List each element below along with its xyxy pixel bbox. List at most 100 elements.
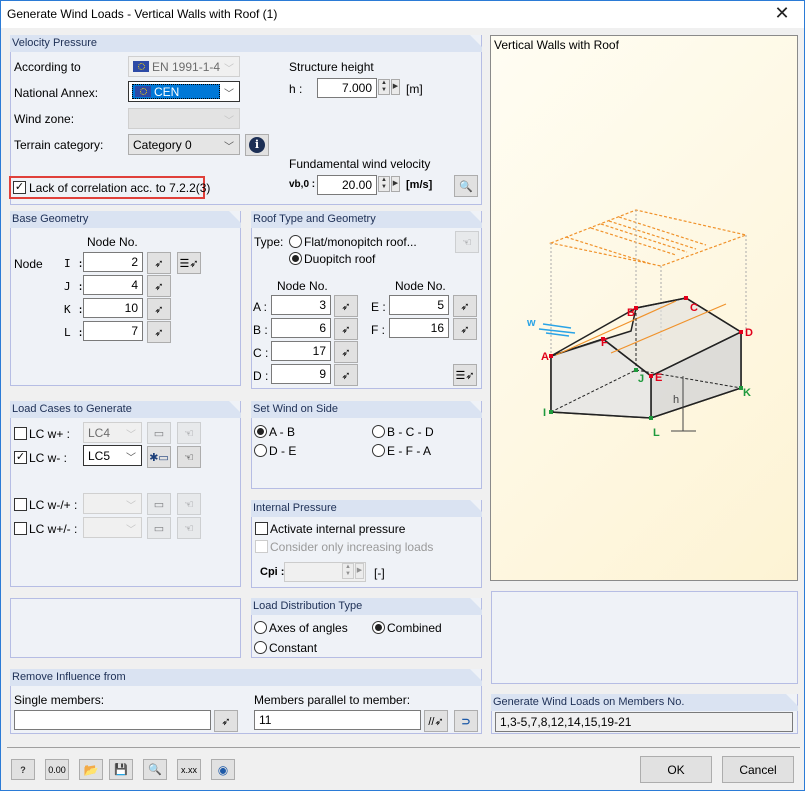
wind-map-button[interactable]: 🔍 <box>454 175 478 197</box>
wind-side-de-radio[interactable] <box>254 444 267 457</box>
pick-node-i-button[interactable]: ➶ <box>147 252 171 274</box>
open-button[interactable]: 📂 <box>79 759 103 780</box>
new-load-case-button[interactable]: ▭ <box>147 493 171 515</box>
wind-side-efa-label: E - F - A <box>387 444 432 458</box>
node-c-input[interactable]: 17 <box>271 341 331 361</box>
wind-zone-select[interactable]: ﹀ <box>128 108 240 129</box>
flat-roof-radio[interactable] <box>289 235 302 248</box>
members-list-field[interactable]: 1,3-5,7,8,12,14,15,19-21 <box>495 712 793 732</box>
pick-node-b-button[interactable]: ➶ <box>334 318 358 340</box>
wind-side-efa-radio[interactable] <box>372 444 385 457</box>
terrain-category-select[interactable]: Category 0 ﹀ <box>128 134 240 155</box>
arrow-right-icon[interactable]: ▶ <box>355 563 364 579</box>
lc-wplusminus-select[interactable]: ﹀ <box>83 517 142 538</box>
new-load-case-button[interactable]: ▭ <box>147 422 171 444</box>
duopitch-roof-radio[interactable] <box>289 252 302 265</box>
national-annex-select[interactable]: CEN ﹀ <box>128 81 240 102</box>
node-j-label: J : <box>64 280 84 293</box>
pick-single-members-button[interactable]: ➶ <box>214 710 238 732</box>
reverse-button[interactable]: ⊃ <box>454 710 478 732</box>
arrow-right-icon[interactable]: ▶ <box>391 176 400 192</box>
units-icon: 0.00 <box>48 764 66 775</box>
pick-cursor-icon: ➶ <box>154 257 164 270</box>
lc-wplusminus-label: LC w+/- : <box>29 522 78 536</box>
node-d-input[interactable]: 9 <box>271 364 331 384</box>
combined-radio[interactable] <box>372 621 385 634</box>
help-button[interactable]: ? <box>11 759 35 780</box>
show-button[interactable]: ◉ <box>211 759 235 780</box>
wind-side-bcd-radio[interactable] <box>372 425 385 438</box>
edit-load-case-button[interactable]: ☜ <box>177 517 201 539</box>
roof-settings-button[interactable]: ☜ <box>455 231 479 253</box>
label-d: D <box>745 327 753 339</box>
wind-velocity-spinner[interactable]: ▲ ▼ ▶ <box>378 176 400 194</box>
lc-wplus-select[interactable]: LC4 ﹀ <box>83 422 142 443</box>
pick-node-j-button[interactable]: ➶ <box>147 275 171 297</box>
settings-hand-icon: ☜ <box>184 451 194 464</box>
node-j-input[interactable]: 4 <box>83 275 143 295</box>
pick-all-roof-nodes-button[interactable]: ☰➶ <box>453 364 477 386</box>
base-geometry-panel: Base Geometry Node No. Node I : 2 ➶ ☰➶ J… <box>10 211 241 386</box>
roof-geometry-panel: Roof Type and Geometry Type: Flat/monopi… <box>251 211 482 389</box>
new-load-case-button[interactable]: ✱▭ <box>147 446 171 468</box>
pick-all-nodes-button[interactable]: ☰➶ <box>177 252 201 274</box>
node-f-input[interactable]: 16 <box>389 318 449 338</box>
edit-load-case-button[interactable]: ☜ <box>177 493 201 515</box>
pick-node-e-button[interactable]: ➶ <box>453 295 477 317</box>
node-a-input[interactable]: 3 <box>271 295 331 315</box>
lc-wplus-checkbox[interactable] <box>14 427 27 440</box>
lc-wminus-select[interactable]: LC5 ﹀ <box>83 445 142 466</box>
info-button[interactable]: i <box>245 134 269 156</box>
save-button[interactable]: 💾 <box>109 759 133 780</box>
panel-header: Remove Influence from <box>10 669 482 686</box>
pick-node-d-button[interactable]: ➶ <box>334 364 358 386</box>
node-b-input[interactable]: 6 <box>271 318 331 338</box>
arrow-right-icon[interactable]: ▶ <box>391 79 400 95</box>
node-i-input[interactable]: 2 <box>83 252 143 272</box>
spin-up-down-icon[interactable]: ▲ ▼ <box>378 79 390 95</box>
parallel-members-input[interactable]: 11 <box>254 710 421 730</box>
spin-up-down-icon[interactable]: ▲ ▼ <box>378 176 390 192</box>
lc-wminusplus-select[interactable]: ﹀ <box>83 493 142 514</box>
constant-radio[interactable] <box>254 641 267 654</box>
eu-flag-icon <box>135 86 151 97</box>
activate-internal-pressure-checkbox[interactable] <box>255 522 268 535</box>
decimals-button[interactable]: x.xx <box>177 759 201 780</box>
increasing-loads-checkbox[interactable] <box>255 540 268 553</box>
node-l-input[interactable]: 7 <box>83 321 143 341</box>
correlation-checkbox-row[interactable]: ✓ Lack of correlation acc. to 7.2.2(3) <box>9 176 210 199</box>
pick-node-a-button[interactable]: ➶ <box>334 295 358 317</box>
axes-of-angles-radio[interactable] <box>254 621 267 634</box>
ok-button[interactable]: OK <box>640 756 712 783</box>
height-spinner[interactable]: ▲ ▼ ▶ <box>378 79 400 97</box>
chevron-down-icon: ﹀ <box>224 142 234 153</box>
velocity-pressure-panel: Velocity Pressure According to EN 1991-1… <box>9 35 482 205</box>
node-e-input[interactable]: 5 <box>389 295 449 315</box>
wind-velocity-input[interactable]: 20.00 <box>317 175 377 195</box>
structure-height-label: Structure height <box>289 60 374 74</box>
correlation-checkbox[interactable]: ✓ <box>13 181 26 194</box>
view-details-button[interactable]: 🔍 <box>143 759 167 780</box>
new-load-case-button[interactable]: ▭ <box>147 517 171 539</box>
pick-parallel-member-button[interactable]: //➶ <box>424 710 448 732</box>
pick-node-c-button[interactable]: ➶ <box>334 341 358 363</box>
cancel-button[interactable]: Cancel <box>722 756 794 783</box>
pick-node-k-button[interactable]: ➶ <box>147 298 171 320</box>
single-members-input[interactable] <box>14 710 211 730</box>
units-button[interactable]: 0.00 <box>45 759 69 780</box>
lc-wminus-checkbox[interactable]: ✓ <box>14 451 27 464</box>
spin-up-down-icon[interactable]: ▲ ▼ <box>342 563 354 579</box>
pick-node-f-button[interactable]: ➶ <box>453 318 477 340</box>
according-to-select[interactable]: EN 1991-1-4 ﹀ <box>128 56 240 77</box>
pick-node-l-button[interactable]: ➶ <box>147 321 171 343</box>
edit-load-case-button[interactable]: ☜ <box>177 446 201 468</box>
close-icon[interactable]: ✕ <box>770 3 794 24</box>
node-k-input[interactable]: 10 <box>83 298 143 318</box>
cpi-spinner[interactable]: ▲ ▼ ▶ <box>342 563 364 581</box>
height-input[interactable]: 7.000 <box>317 78 377 98</box>
edit-load-case-button[interactable]: ☜ <box>177 422 201 444</box>
lc-wminusplus-checkbox[interactable] <box>14 498 27 511</box>
national-annex-label: National Annex: <box>14 86 99 100</box>
lc-wplusminus-checkbox[interactable] <box>14 522 27 535</box>
wind-side-ab-radio[interactable] <box>254 425 267 438</box>
